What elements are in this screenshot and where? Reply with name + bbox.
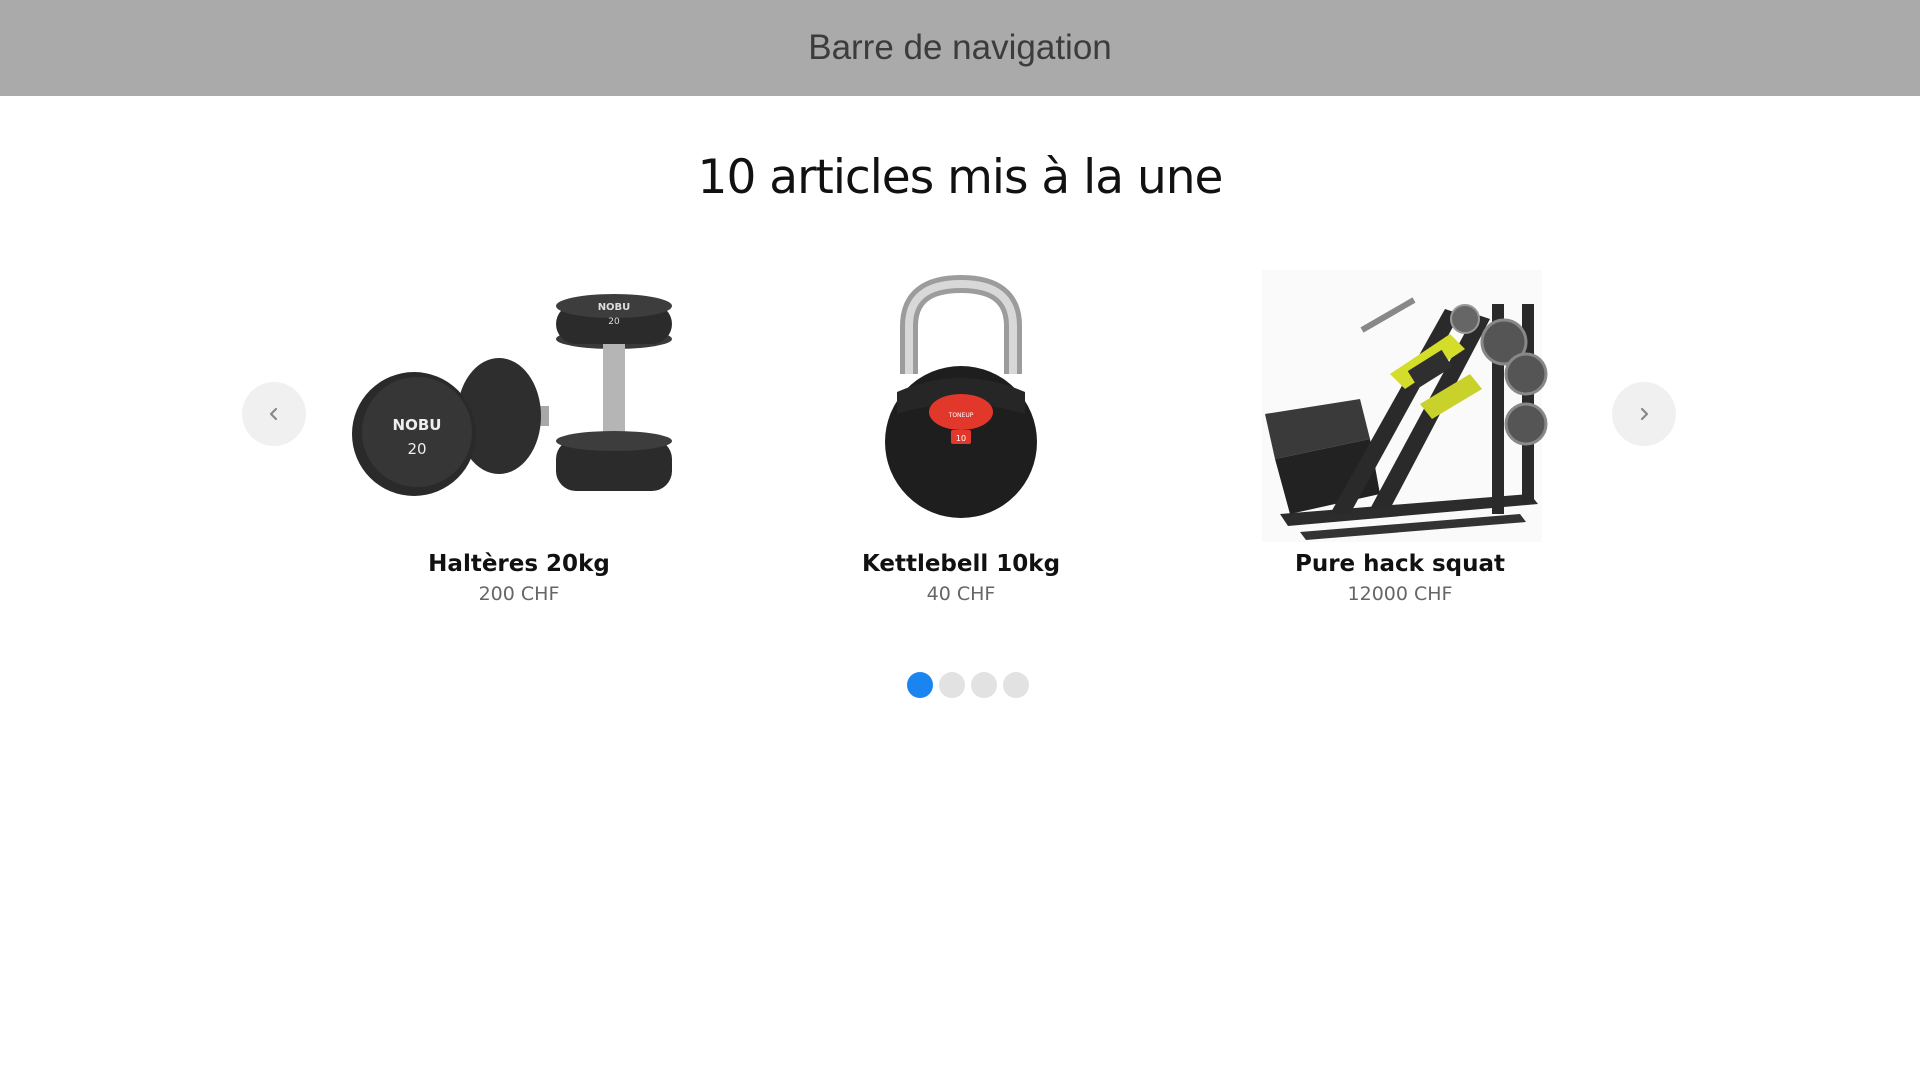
carousel-next-button[interactable]: [1612, 382, 1676, 446]
svg-text:NOBU: NOBU: [393, 416, 442, 434]
carousel-pagination: [907, 672, 1029, 698]
svg-text:20: 20: [608, 317, 620, 327]
chevron-right-icon: [1640, 407, 1649, 421]
product-name: Haltères 20kg: [428, 551, 610, 577]
carousel-prev-button[interactable]: [242, 382, 306, 446]
product-name: Kettlebell 10kg: [861, 551, 1061, 577]
product-price: 12000 CHF: [1347, 583, 1453, 605]
product-name: Pure hack squat: [1294, 551, 1506, 577]
product-price: 40 CHF: [926, 583, 996, 605]
pagination-dot[interactable]: [971, 672, 997, 698]
product-card[interactable]: Pure hack squat 12000 CHF: [1220, 264, 1580, 608]
chevron-left-icon: [269, 407, 278, 421]
svg-text:NOBU: NOBU: [598, 302, 631, 313]
product-price: 200 CHF: [478, 583, 560, 605]
product-card[interactable]: TONEUP 10 Kettlebell 10kg 40 CHF: [781, 264, 1141, 608]
svg-text:20: 20: [407, 440, 426, 458]
product-card[interactable]: NOBU 20 NOBU 20 Haltères 20kg 200 CHF: [339, 264, 699, 608]
pagination-dot[interactable]: [907, 672, 933, 698]
svg-text:TONEUP: TONEUP: [948, 412, 974, 419]
pagination-dot[interactable]: [1003, 672, 1029, 698]
dumbbells-image: NOBU 20 NOBU 20: [339, 264, 699, 544]
kettlebell-image: TONEUP 10: [781, 264, 1141, 544]
hack-squat-machine-image: [1220, 264, 1580, 544]
featured-title: 10 articles mis à la une: [697, 150, 1224, 205]
navbar-title: Barre de navigation: [808, 28, 1112, 67]
pagination-dot[interactable]: [939, 672, 965, 698]
navbar: Barre de navigation: [0, 0, 1920, 96]
svg-text:10: 10: [956, 434, 966, 443]
